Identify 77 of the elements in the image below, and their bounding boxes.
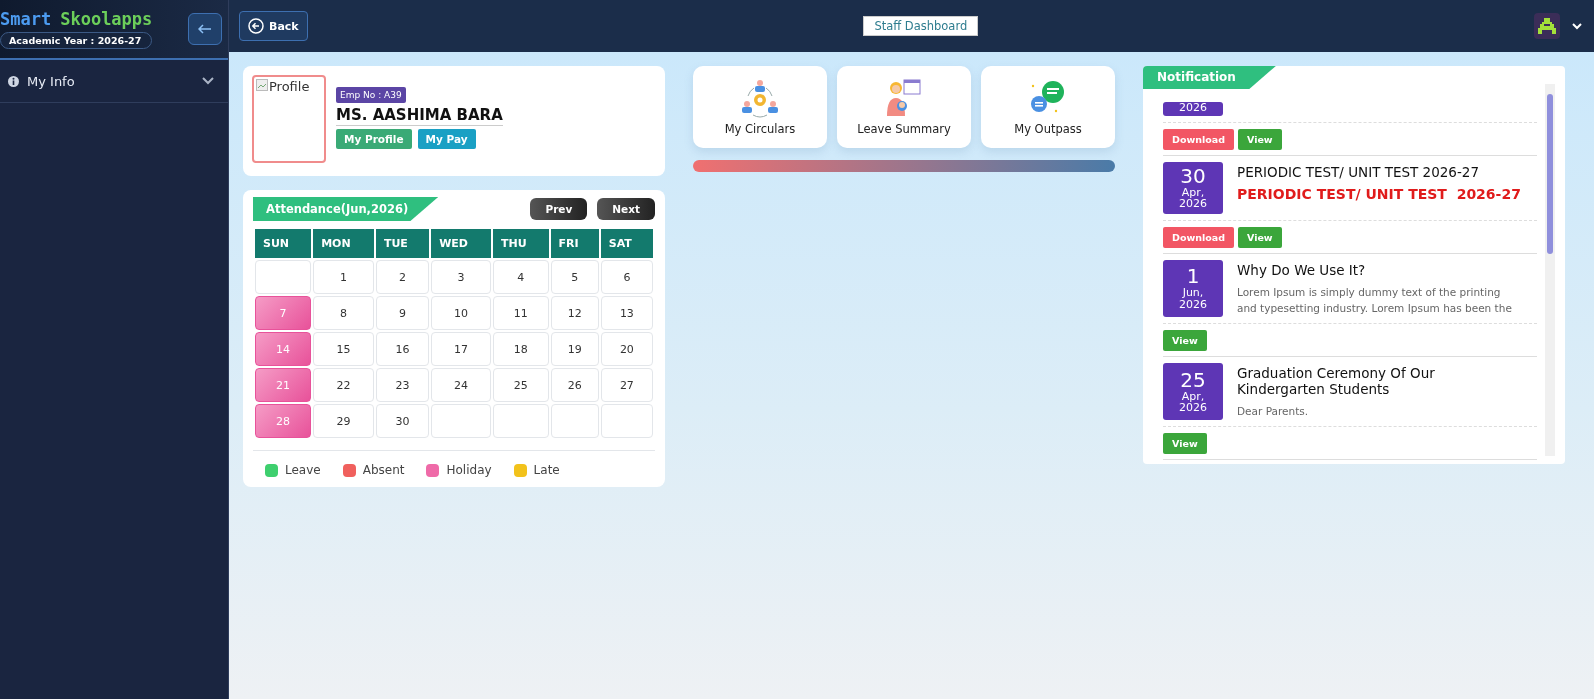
date-badge: 25 Apr, 2026 (1163, 363, 1223, 421)
day-cell[interactable]: 2 (375, 260, 430, 294)
day-cell[interactable]: 8 (313, 296, 374, 330)
quick-link-tile[interactable]: Leave Summary (837, 66, 971, 148)
quick-link-tile[interactable]: My Circulars (693, 66, 827, 148)
attendance-title: Attendance(Jun,2026) (253, 197, 439, 221)
day-cell[interactable]: 18 (493, 332, 549, 366)
page-title: Staff Dashboard (863, 16, 979, 36)
notice-title: PERIODIC TEST/ UNIT TEST 2026-27 (1237, 163, 1480, 180)
brand-name: Skoolapps (60, 9, 153, 29)
empty-day-cell (493, 404, 549, 438)
employee-name: MS. AASHIMA BARA (336, 106, 503, 126)
date-badge: 2026 (1163, 102, 1223, 116)
weekday-header: FRI (550, 229, 599, 258)
date-badge: 1 Jun, 2026 (1163, 259, 1223, 318)
sidebar-item[interactable]: My Info (0, 60, 228, 103)
notice-title: Why Do We Use It? (1237, 261, 1367, 278)
notice-description: Dear Parents. (1237, 404, 1310, 420)
day-cell[interactable]: 30 (375, 404, 430, 438)
day-cell[interactable]: 5 (550, 260, 599, 294)
day-cell[interactable]: 13 (600, 296, 653, 330)
day-cell[interactable]: 26 (550, 368, 599, 402)
day-cell[interactable]: 4 (493, 260, 549, 294)
image-alt-text: Profile (269, 79, 310, 96)
notification-title: Notification (1143, 66, 1276, 89)
back-button[interactable]: Back (239, 11, 308, 41)
brand-name: Smart (0, 9, 52, 29)
day-cell[interactable]: 20 (600, 332, 653, 366)
weekday-header: WED (431, 229, 491, 258)
day-cell[interactable]: 25 (493, 368, 549, 402)
employee-number-badge: Emp No : A39 (336, 87, 406, 103)
academic-year-badge: Academic Year : 2026-27 (0, 32, 153, 49)
empty-day-cell (550, 404, 599, 438)
day-cell[interactable]: 19 (550, 332, 599, 366)
day-cell[interactable]: 10 (431, 296, 491, 330)
next-button[interactable]: Next (597, 198, 655, 220)
day-cell[interactable]: 11 (493, 296, 549, 330)
info-icon (8, 75, 19, 87)
day-cell[interactable]: 3 (431, 260, 491, 294)
quick-link-tile[interactable]: My Outpass (981, 66, 1115, 148)
notice-description: Lorem Ipsum is simply dummy text of the printing and typesetting industry. Lorem Ipsum has been the (1237, 284, 1513, 317)
broken-image-icon (256, 79, 268, 91)
day-cell[interactable]: 27 (600, 368, 653, 402)
weekday-header: TUE (375, 229, 430, 258)
legend-label: Absent (362, 463, 405, 477)
day-cell[interactable]: 12 (550, 296, 599, 330)
day-cell[interactable]: 24 (431, 368, 491, 402)
day-cell[interactable]: 17 (431, 332, 491, 366)
weekday-header: SAT (600, 229, 653, 258)
day-cell[interactable]: 9 (375, 296, 430, 330)
empty-day-cell (255, 260, 312, 294)
collapse-sidebar-button[interactable] (188, 13, 222, 45)
legend-label: Late (533, 463, 560, 477)
day-cell[interactable]: 23 (375, 368, 430, 402)
mother-baby-calendar-icon (884, 78, 924, 118)
weekday-header: SUN (255, 229, 312, 258)
day-cell[interactable]: 22 (313, 368, 374, 402)
day-cell[interactable]: 29 (313, 404, 374, 438)
legend-label: Leave (285, 463, 321, 477)
date-badge: 30 Apr, 2026 (1163, 161, 1223, 214)
day-cell[interactable]: 15 (313, 332, 374, 366)
day-cell[interactable]: 1 (313, 260, 374, 294)
team-gear-icon (740, 78, 780, 118)
prev-button[interactable]: Prev (530, 198, 588, 220)
scrollbar[interactable] (1545, 84, 1555, 456)
empty-day-cell (431, 404, 491, 438)
left-arrow-icon (198, 24, 212, 34)
weekday-header: MON (313, 229, 374, 258)
user-avatar[interactable] (1534, 13, 1560, 39)
sidebar-item-label: My Info (27, 73, 76, 89)
legend-label: Holiday (446, 463, 492, 477)
chevron-icon (202, 77, 214, 85)
empty-day-cell (600, 404, 653, 438)
day-cell[interactable]: 6 (600, 260, 653, 294)
notice-title: Graduation Ceremony Of Our Kindergarten Students (1237, 365, 1436, 398)
weekday-header: THU (493, 229, 549, 258)
day-cell[interactable]: 16 (375, 332, 430, 366)
